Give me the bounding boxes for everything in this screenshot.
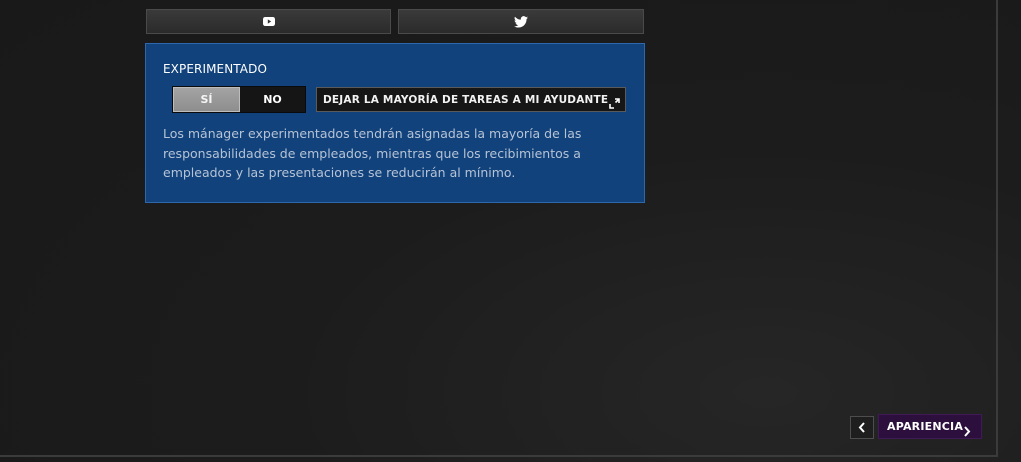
assistant-tasks-select[interactable]: DEJAR LA MAYORÍA DE TAREAS A MI AYUDANTE — [316, 87, 626, 112]
back-button[interactable] — [850, 416, 874, 439]
expand-icon — [609, 94, 620, 113]
next-button-label: APARIENCIA — [887, 420, 964, 433]
twitter-icon — [514, 15, 528, 28]
twitter-button[interactable] — [398, 9, 644, 34]
toggle-yes-option[interactable]: SÍ — [173, 87, 240, 112]
setting-title: EXPERIMENTADO — [163, 62, 268, 76]
next-appearance-button[interactable]: APARIENCIA — [878, 414, 982, 439]
chevron-left-icon — [858, 418, 866, 437]
frame-bottom-border — [0, 455, 998, 457]
experienced-setting-panel: EXPERIMENTADO SÍ NO DEJAR LA MAYORÍA DE … — [145, 43, 645, 203]
setting-description: Los mánager experimentados tendrán asign… — [163, 126, 582, 180]
youtube-button[interactable] — [146, 9, 391, 34]
chevron-right-icon — [963, 422, 971, 441]
toggle-no-option[interactable]: NO — [240, 87, 305, 112]
assistant-tasks-label: DEJAR LA MAYORÍA DE TAREAS A MI AYUDANTE — [323, 93, 609, 106]
youtube-icon — [262, 17, 275, 26]
yes-no-toggle: SÍ NO — [172, 86, 306, 113]
frame-right-border — [996, 0, 998, 456]
